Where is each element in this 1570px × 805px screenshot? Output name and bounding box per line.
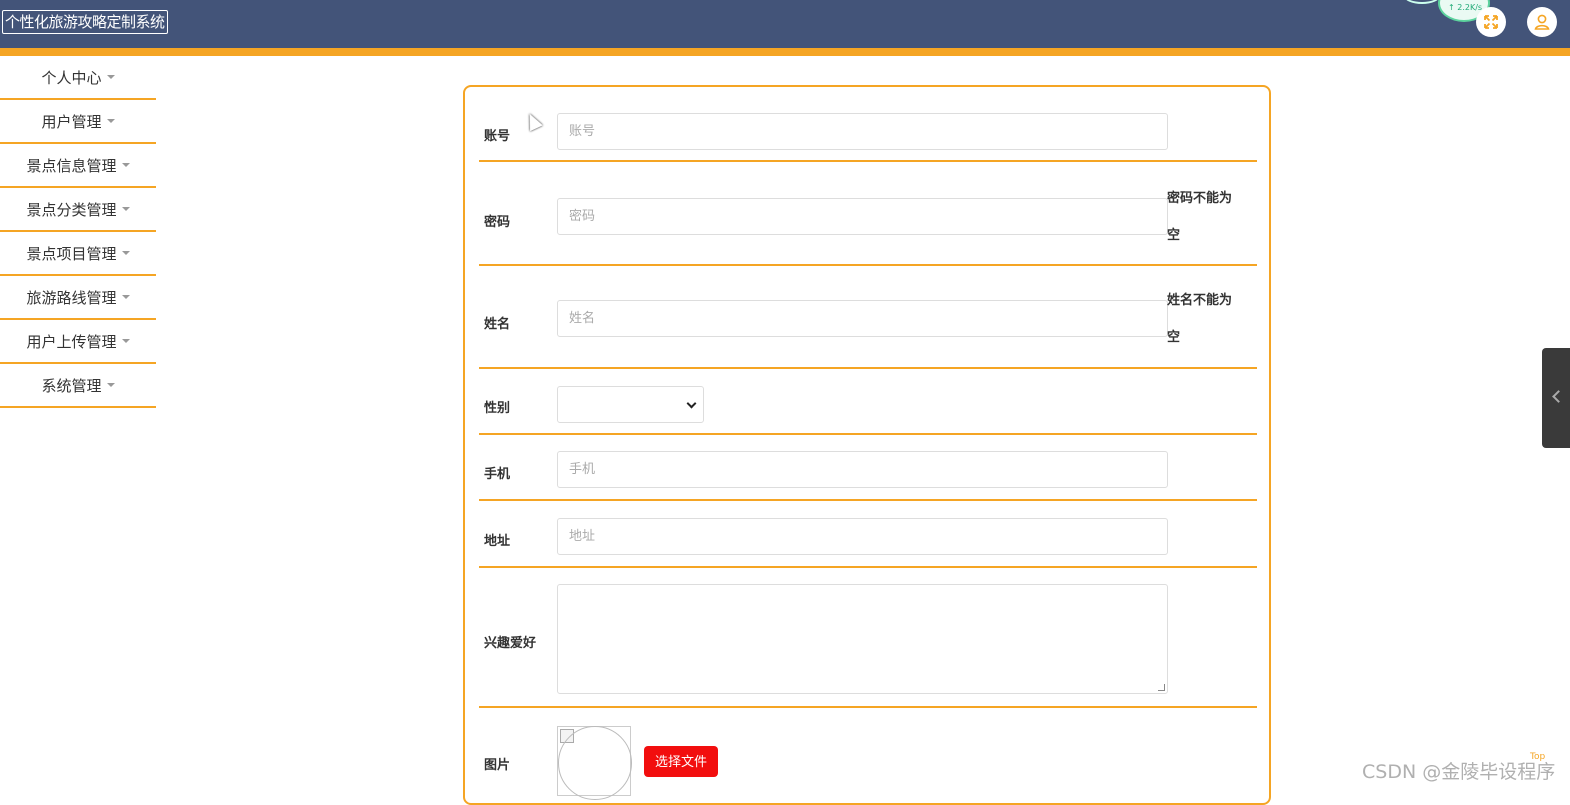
sidebar-item-label: 景点项目管理: [26, 244, 117, 263]
caret-down-icon: [106, 383, 115, 387]
chevron-left-icon: [1552, 390, 1565, 403]
top-navbar: 个性化旅游攻略定制系统 ↑ 2.2K/s: [0, 0, 1570, 48]
expand-icon: [1484, 15, 1498, 29]
sidebar-item-label: 景点分类管理: [26, 200, 117, 219]
sidebar-item-scenic-category[interactable]: 景点分类管理: [0, 188, 156, 232]
sidebar-item-scenic-info[interactable]: 景点信息管理: [0, 144, 156, 188]
form-row-account: 账号: [479, 87, 1257, 162]
app-title[interactable]: 个性化旅游攻略定制系统: [2, 10, 168, 34]
side-panel-toggle[interactable]: [1542, 348, 1570, 448]
phone-input[interactable]: [557, 451, 1168, 488]
caret-down-icon: [121, 207, 130, 211]
form-row-phone: 手机: [479, 435, 1257, 501]
account-label: 账号: [484, 129, 511, 144]
hobbies-textarea[interactable]: [557, 584, 1168, 694]
password-error: 密码不能为空: [1167, 191, 1233, 243]
avatar-circle: [558, 726, 632, 800]
sidebar-item-label: 系统管理: [41, 376, 102, 395]
sidebar-item-label: 个人中心: [41, 68, 102, 87]
image-preview: [557, 726, 632, 800]
caret-down-icon: [121, 339, 130, 343]
account-input[interactable]: [557, 113, 1168, 150]
speed-indicator-ghost: [1404, 0, 1440, 4]
sidebar-item-scenic-project[interactable]: 景点项目管理: [0, 232, 156, 276]
resize-handle-icon[interactable]: [1158, 684, 1165, 691]
caret-down-icon: [106, 75, 115, 79]
name-label: 姓名: [484, 317, 511, 332]
caret-down-icon: [121, 163, 130, 167]
chevron-down-icon: [686, 398, 697, 409]
name-input[interactable]: [557, 300, 1168, 337]
net-speed-text: ↑ 2.2K/s: [1448, 3, 1483, 12]
sidebar-item-label: 旅游路线管理: [26, 288, 117, 307]
password-input[interactable]: [557, 198, 1168, 235]
phone-label: 手机: [484, 467, 511, 482]
hobbies-label: 兴趣爱好: [484, 636, 537, 651]
sidebar-item-system[interactable]: 系统管理: [0, 364, 156, 408]
image-label: 图片: [484, 758, 511, 773]
sidebar-item-travel-route[interactable]: 旅游路线管理: [0, 276, 156, 320]
user-icon: [1534, 14, 1550, 30]
sidebar-item-label: 用户管理: [41, 112, 102, 131]
user-form-card: 账号 密码 密码不能为空 姓名 姓名不能为空 性别 手机 地址 兴趣爱好: [463, 85, 1271, 805]
form-row-image: 图片 选择文件: [479, 708, 1257, 800]
form-row-name: 姓名 姓名不能为空: [479, 266, 1257, 369]
gender-select[interactable]: [557, 386, 704, 423]
address-label: 地址: [484, 534, 511, 549]
sidebar-item-label: 用户上传管理: [26, 332, 117, 351]
fullscreen-button[interactable]: [1476, 7, 1506, 37]
address-input[interactable]: [557, 518, 1168, 555]
password-label: 密码: [484, 215, 511, 230]
sidebar: 个人中心 用户管理 景点信息管理 景点分类管理 景点项目管理 旅游路线管理 用户…: [0, 56, 156, 408]
caret-down-icon: [121, 251, 130, 255]
choose-file-button[interactable]: 选择文件: [644, 746, 718, 777]
caret-down-icon: [106, 119, 115, 123]
sidebar-item-user-management[interactable]: 用户管理: [0, 100, 156, 144]
form-row-password: 密码 密码不能为空: [479, 162, 1257, 266]
form-row-gender: 性别: [479, 369, 1257, 435]
gender-label: 性别: [484, 401, 511, 416]
header-accent-bar: [0, 48, 1570, 56]
caret-down-icon: [121, 295, 130, 299]
sidebar-item-user-upload[interactable]: 用户上传管理: [0, 320, 156, 364]
name-error: 姓名不能为空: [1167, 293, 1233, 345]
form-row-hobbies: 兴趣爱好: [479, 568, 1257, 708]
form-row-address: 地址: [479, 501, 1257, 568]
sidebar-item-label: 景点信息管理: [26, 156, 117, 175]
user-menu-button[interactable]: [1527, 7, 1557, 37]
watermark-text: CSDN @金陵毕设程序: [1362, 761, 1556, 783]
sidebar-item-personal-center[interactable]: 个人中心: [0, 56, 156, 100]
